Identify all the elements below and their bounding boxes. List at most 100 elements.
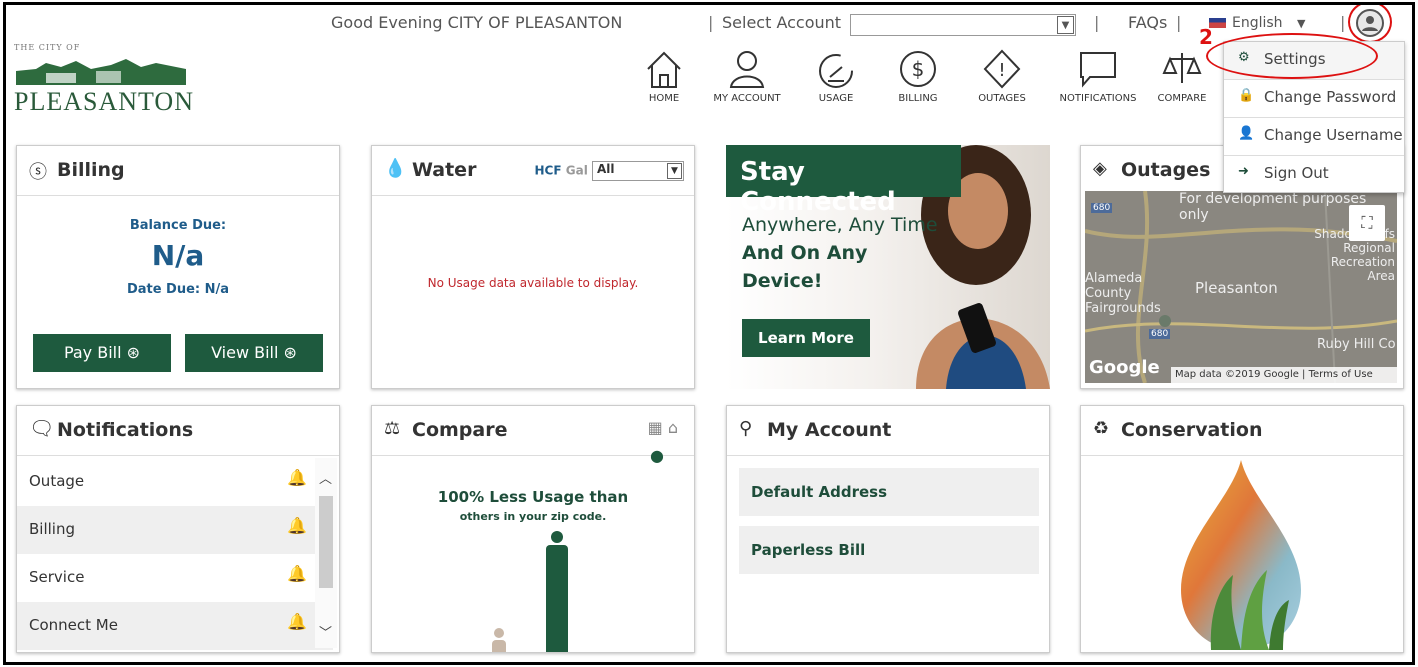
- greeting-text: Good Evening CITY OF PLEASANTON: [331, 13, 623, 32]
- bell-icon[interactable]: 🔔: [287, 612, 307, 631]
- scrollbar-thumb[interactable]: [319, 496, 333, 588]
- notification-label: Billing: [29, 520, 75, 538]
- learn-more-button[interactable]: Learn More: [742, 319, 870, 357]
- card-header: ♻ Conservation: [1081, 406, 1403, 456]
- flag-icon: [1209, 18, 1226, 28]
- card-header: 💧 Water HCF Gal All ▼: [372, 146, 694, 196]
- scrollbar[interactable]: ︿ ﹀: [315, 458, 337, 648]
- pay-bill-button[interactable]: Pay Bill ⊛: [33, 334, 171, 372]
- nav-usage[interactable]: USAGE: [806, 47, 866, 125]
- default-address-field[interactable]: Default Address: [739, 468, 1039, 516]
- user-icon: [729, 51, 765, 88]
- nav-compare[interactable]: COMPARE: [1150, 47, 1214, 125]
- alert-icon: !: [983, 49, 1021, 89]
- highway-shield: 680: [1149, 329, 1171, 339]
- calendar-home-icons[interactable]: ▦ ⌂: [648, 418, 678, 437]
- menu-label: Sign Out: [1264, 164, 1329, 182]
- paperless-bill-field[interactable]: Paperless Bill: [739, 526, 1039, 574]
- language-selector[interactable]: English ▼: [1209, 15, 1305, 31]
- promo-headline: Stay Connected: [726, 145, 961, 217]
- notification-item-billing[interactable]: Billing 🔔: [17, 506, 333, 554]
- notification-item-service[interactable]: Service 🔔: [17, 554, 333, 602]
- conservation-drop-image: [1181, 460, 1301, 650]
- filter-value: All: [597, 162, 615, 176]
- highway-shield: 680: [1091, 203, 1113, 213]
- nav-notifications[interactable]: NOTIFICATIONS: [1052, 47, 1144, 125]
- balance-label: Balance Due:: [129, 218, 227, 233]
- water-toolbar: HCF Gal All ▼: [535, 161, 684, 181]
- date-due: Date Due: N/a: [126, 282, 230, 297]
- separator: |: [708, 13, 714, 32]
- notification-label: Connect Me: [29, 616, 118, 634]
- person-body: [492, 640, 506, 652]
- menu-item-change-password[interactable]: 🔒 Change Password: [1224, 80, 1404, 118]
- button-label: View Bill: [211, 343, 279, 362]
- menu-label: Change Password: [1264, 88, 1397, 106]
- compare-headline: 100% Less Usage than: [437, 488, 629, 506]
- unit-gal[interactable]: Gal: [566, 164, 588, 178]
- alert-icon: ◈: [1093, 158, 1107, 179]
- speech-bubble-icon: [1080, 52, 1116, 88]
- city-logo[interactable]: THE CITY OF PLEASANTON: [14, 43, 194, 116]
- card-title: Outages: [1121, 159, 1211, 181]
- nav-billing[interactable]: $ BILLING: [888, 47, 948, 125]
- balance-value: N/a: [151, 239, 205, 272]
- menu-label: Change Username: [1264, 126, 1403, 144]
- faqs-link[interactable]: FAQs: [1128, 13, 1167, 32]
- water-card: 💧 Water HCF Gal All ▼ No Usage data availa…: [371, 145, 695, 389]
- menu-item-change-username[interactable]: 👤 Change Username: [1224, 118, 1404, 156]
- map-attribution[interactable]: Map data ©2019 Google | Terms of Use: [1171, 367, 1397, 383]
- fullscreen-button[interactable]: ⛶: [1349, 205, 1385, 241]
- notification-item-connect-me[interactable]: Connect Me 🔔: [17, 602, 333, 650]
- separator: |: [1094, 13, 1100, 32]
- outage-map[interactable]: For development purposes only Shadow Cli…: [1085, 191, 1397, 383]
- nav-label: HOME: [648, 93, 680, 104]
- bell-icon[interactable]: 🔔: [287, 468, 307, 487]
- unit-hcf[interactable]: HCF: [535, 164, 562, 178]
- promo-line-2: And On Any: [742, 242, 868, 264]
- arrow-circle-icon: ⊛: [126, 343, 141, 362]
- conservation-card: ♻ Conservation: [1080, 405, 1404, 653]
- card-title: Conservation: [1121, 419, 1263, 441]
- annotation-oval: [1206, 33, 1378, 79]
- user-icon: ⚲: [739, 418, 753, 439]
- bell-icon[interactable]: 🔔: [287, 564, 307, 583]
- notification-item-outage[interactable]: Outage 🔔: [17, 458, 333, 506]
- nav-my-account[interactable]: MY ACCOUNT: [710, 47, 784, 125]
- app-window: Good Evening CITY OF PLEASANTON | Select…: [3, 2, 1415, 665]
- nav-label: NOTIFICATIONS: [1059, 93, 1137, 104]
- nav-label: OUTAGES: [978, 93, 1026, 104]
- nav-home[interactable]: HOME: [634, 47, 694, 125]
- chevron-down-icon[interactable]: ﹀: [319, 622, 332, 641]
- card-title: Water: [412, 159, 477, 181]
- annotation-circle: [1348, 5, 1392, 43]
- skyline-icon: [16, 59, 186, 85]
- svg-text:$: $: [912, 57, 925, 81]
- card-title: My Account: [767, 419, 892, 441]
- separator: |: [1340, 13, 1346, 32]
- select-account-dropdown[interactable]: ▼: [850, 14, 1076, 36]
- user-icon: 👤: [1238, 126, 1255, 141]
- promo-banner: Stay Connected Anywhere, Any Time And On…: [726, 145, 1050, 389]
- lock-icon: 🔒: [1238, 88, 1255, 103]
- card-title: Billing: [57, 159, 125, 181]
- view-bill-button[interactable]: View Bill ⊛: [185, 334, 323, 372]
- compare-subline: others in your zip code.: [459, 510, 607, 523]
- water-filter-select[interactable]: All ▼: [592, 161, 684, 181]
- compare-card: ⚖ Compare ▦ ⌂ ● 100% Less Usage than othe…: [371, 405, 695, 653]
- card-header: ⚲ My Account: [727, 406, 1049, 456]
- scale-icon: ⚖: [384, 418, 401, 439]
- chevron-up-icon[interactable]: ︿: [319, 468, 332, 487]
- billing-body: Balance Due: N/a Date Due: N/a: [17, 218, 339, 297]
- svg-text:!: !: [998, 60, 1005, 81]
- bell-icon[interactable]: 🔔: [287, 516, 307, 535]
- dollar-icon: ⓢ: [29, 162, 47, 183]
- house-icon[interactable]: ⌂: [668, 418, 678, 437]
- promo-text: Anywhere, Any Time And On Any Device!: [742, 211, 938, 295]
- notification-label: Outage: [29, 472, 85, 490]
- location-pin-icon: ●: [650, 446, 664, 465]
- menu-item-sign-out[interactable]: ➜ Sign Out: [1224, 156, 1404, 194]
- nav-outages[interactable]: ! OUTAGES: [972, 47, 1032, 125]
- calendar-icon[interactable]: ▦: [648, 418, 663, 437]
- home-icon: [647, 51, 681, 88]
